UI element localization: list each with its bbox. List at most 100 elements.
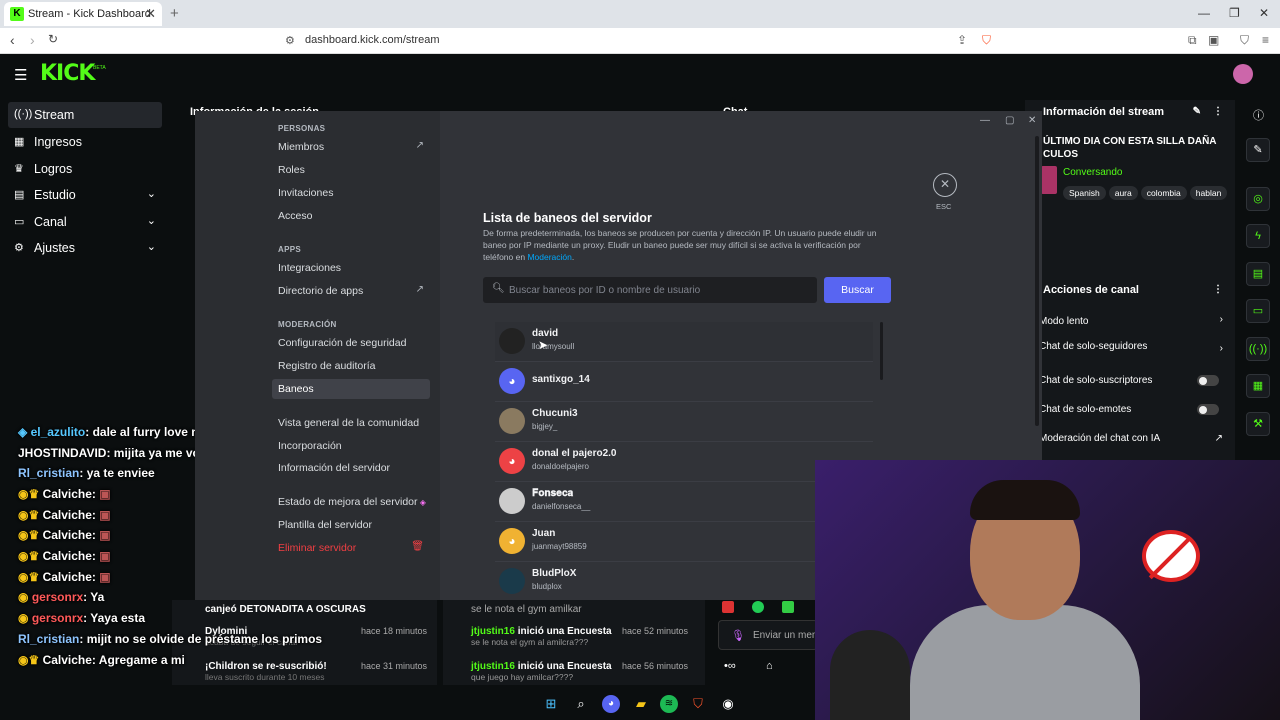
item-label: Eliminar servidor <box>278 542 357 554</box>
broadcast-icon[interactable]: ((·)) <box>1246 337 1270 361</box>
microphone-icon[interactable]: 🎙 <box>731 629 745 642</box>
sidebar-item-stream[interactable]: ((·)) Stream <box>8 102 162 128</box>
ban-search-input[interactable] <box>509 281 809 299</box>
avatar[interactable] <box>1233 64 1253 84</box>
spotify-icon[interactable]: ≋ <box>660 695 678 713</box>
menu-icon[interactable]: ≡ <box>1262 33 1269 47</box>
emote-icon[interactable] <box>722 601 734 613</box>
search-button[interactable]: Buscar <box>824 277 891 303</box>
settings-item-safety[interactable]: Configuración de seguridad <box>272 333 430 353</box>
action-subscribers-only[interactable]: Chat de solo-suscriptores <box>1039 375 1229 386</box>
settings-item-boost-status[interactable]: Estado de mejora del servidor ◈ <box>272 492 430 512</box>
subscribers-only-toggle[interactable] <box>1197 375 1219 386</box>
settings-item-bans[interactable]: Baneos <box>272 379 430 399</box>
vpn-icon[interactable]: ⛉ <box>1240 33 1249 48</box>
brave-icon[interactable]: ⛉ <box>689 695 707 713</box>
close-tab-icon[interactable]: ✕ <box>145 6 156 22</box>
overlay-chat-line: ◈ el_azulito: dale al furry love mijit <box>18 425 216 439</box>
action-emotes-only[interactable]: Chat de solo-emotes <box>1039 404 1229 415</box>
modal-scrollbar[interactable] <box>1035 136 1039 426</box>
settings-item-audit-log[interactable]: Registro de auditoría <box>272 356 430 376</box>
close-window-icon[interactable]: ✕ <box>1028 115 1036 126</box>
chat-input[interactable]: 🎙 Enviar un mensaje <box>718 620 818 650</box>
reload-icon[interactable]: ↻ <box>48 32 58 46</box>
category-name[interactable]: Conversando <box>1063 167 1122 178</box>
close-window-icon[interactable]: ✕ <box>1259 6 1269 20</box>
settings-item-integrations[interactable]: Integraciones <box>272 258 430 278</box>
settings-item-app-directory[interactable]: Directorio de apps ↗ <box>272 281 430 301</box>
activity-user[interactable]: ¡Childron se re-suscribió! <box>205 661 327 672</box>
hamburger-menu-icon[interactable]: ☰ <box>14 66 27 84</box>
url-text[interactable]: dashboard.kick.com/stream <box>305 34 440 46</box>
minimize-window-icon[interactable]: — <box>1198 6 1210 20</box>
minimize-window-icon[interactable]: — <box>980 115 990 126</box>
document-icon[interactable]: ▤ <box>1246 262 1270 286</box>
sidebar-item-label: Ingresos <box>34 135 82 149</box>
chat-icon[interactable]: ▭ <box>1246 299 1270 323</box>
external-link-icon: ↗ <box>1214 433 1223 444</box>
close-icon[interactable]: ✕ <box>933 173 957 197</box>
sidebar-item-logros[interactable]: ♛ Logros <box>8 156 162 182</box>
back-icon[interactable]: ‹ <box>10 32 15 48</box>
emote-icon: ▣ <box>95 528 111 542</box>
settings-item-community-overview[interactable]: Vista general de la comunidad <box>272 413 430 433</box>
ban-list-scrollbar[interactable] <box>880 322 883 380</box>
more-options-icon[interactable]: ⋮ <box>1213 106 1223 117</box>
edit-icon[interactable]: ✎ <box>1246 138 1270 162</box>
tag[interactable]: Spanish <box>1063 186 1106 200</box>
settings-item-onboarding[interactable]: Incorporación <box>272 436 430 456</box>
settings-item-roles[interactable]: Roles <box>272 160 430 180</box>
sidebar-item-canal[interactable]: ▭ Canal ⌄ <box>8 209 162 235</box>
obs-icon[interactable]: ◉ <box>719 695 737 713</box>
delete-server-button[interactable]: Eliminar servidor 🗑 <box>272 538 430 558</box>
feed-user[interactable]: jtjustin16 <box>471 626 515 637</box>
brave-shield-icon[interactable]: ⛉ <box>982 33 991 48</box>
forward-icon[interactable]: › <box>30 32 35 48</box>
settings-item-access[interactable]: Acceso <box>272 206 430 226</box>
settings-item-members[interactable]: Miembros ↗ <box>272 137 430 157</box>
emote-icon[interactable] <box>782 601 794 613</box>
list-item[interactable]: ◕ santixgo_14 <box>495 362 873 402</box>
maximize-window-icon[interactable]: ▢ <box>1005 115 1014 126</box>
feed-user[interactable]: jtjustin16 <box>471 661 515 672</box>
tag[interactable]: colombia <box>1140 186 1187 200</box>
infinity-icon[interactable]: •∞ <box>724 660 736 672</box>
sidebar-item-ajustes[interactable]: ⚙ Ajustes ⌄ <box>8 235 162 261</box>
windows-start-icon[interactable]: ⊞ <box>542 695 560 713</box>
tag[interactable]: aura <box>1108 186 1138 200</box>
new-tab-icon[interactable]: + <box>170 5 179 22</box>
share-icon[interactable]: ⇪ <box>957 33 967 47</box>
action-slow-mode[interactable]: Modo lento › <box>1039 314 1229 327</box>
kick-logo[interactable]: KICK <box>40 61 95 86</box>
site-info-icon[interactable]: ⚙ <box>285 34 295 47</box>
settings-item-server-template[interactable]: Plantilla del servidor <box>272 515 430 535</box>
wrench-icon[interactable]: ⚒ <box>1246 412 1270 436</box>
folder-icon[interactable]: ▰ <box>632 695 650 713</box>
extensions-icon[interactable]: ⧉ <box>1188 33 1197 48</box>
layout-icon[interactable]: ▦ <box>1246 374 1270 398</box>
sidebar-item-ingresos[interactable]: ▦ Ingresos <box>8 129 162 155</box>
settings-item-invites[interactable]: Invitaciones <box>272 183 430 203</box>
moderation-link[interactable]: Moderación <box>527 252 571 262</box>
tag[interactable]: hablan <box>1189 186 1228 200</box>
info-icon[interactable]: ⓘ <box>1253 107 1264 123</box>
search-icon[interactable]: ⌕ <box>572 695 590 713</box>
sidebar-icon[interactable]: ▣ <box>1208 33 1219 47</box>
camera-icon[interactable]: ◎ <box>1246 187 1270 211</box>
chat-user: Calviche <box>42 528 92 542</box>
action-followers-only[interactable]: Chat de solo-seguidores › <box>1039 341 1229 354</box>
list-item[interactable]: Chucuni3 bigjey_ <box>495 402 873 442</box>
action-ai-moderation[interactable]: Moderación del chat con IA ↗ <box>1039 433 1229 444</box>
browser-tab[interactable]: K Stream - Kick Dashboard ✕ <box>4 2 162 26</box>
edit-icon[interactable]: ✎ <box>1193 106 1201 117</box>
more-options-icon[interactable]: ⋮ <box>1213 284 1223 295</box>
discord-icon[interactable]: ◕ <box>602 695 620 713</box>
settings-item-server-info[interactable]: Información del servidor <box>272 458 430 478</box>
emotes-only-toggle[interactable] <box>1197 404 1219 415</box>
emote-icon[interactable] <box>752 601 764 613</box>
list-item[interactable]: david lloramysoull <box>495 322 873 362</box>
restore-window-icon[interactable]: ❐ <box>1229 6 1240 20</box>
bolt-icon[interactable]: ϟ <box>1246 224 1270 248</box>
store-icon[interactable]: ⌂ <box>766 660 773 672</box>
sidebar-item-estudio[interactable]: ▤ Estudio ⌄ <box>8 182 162 208</box>
